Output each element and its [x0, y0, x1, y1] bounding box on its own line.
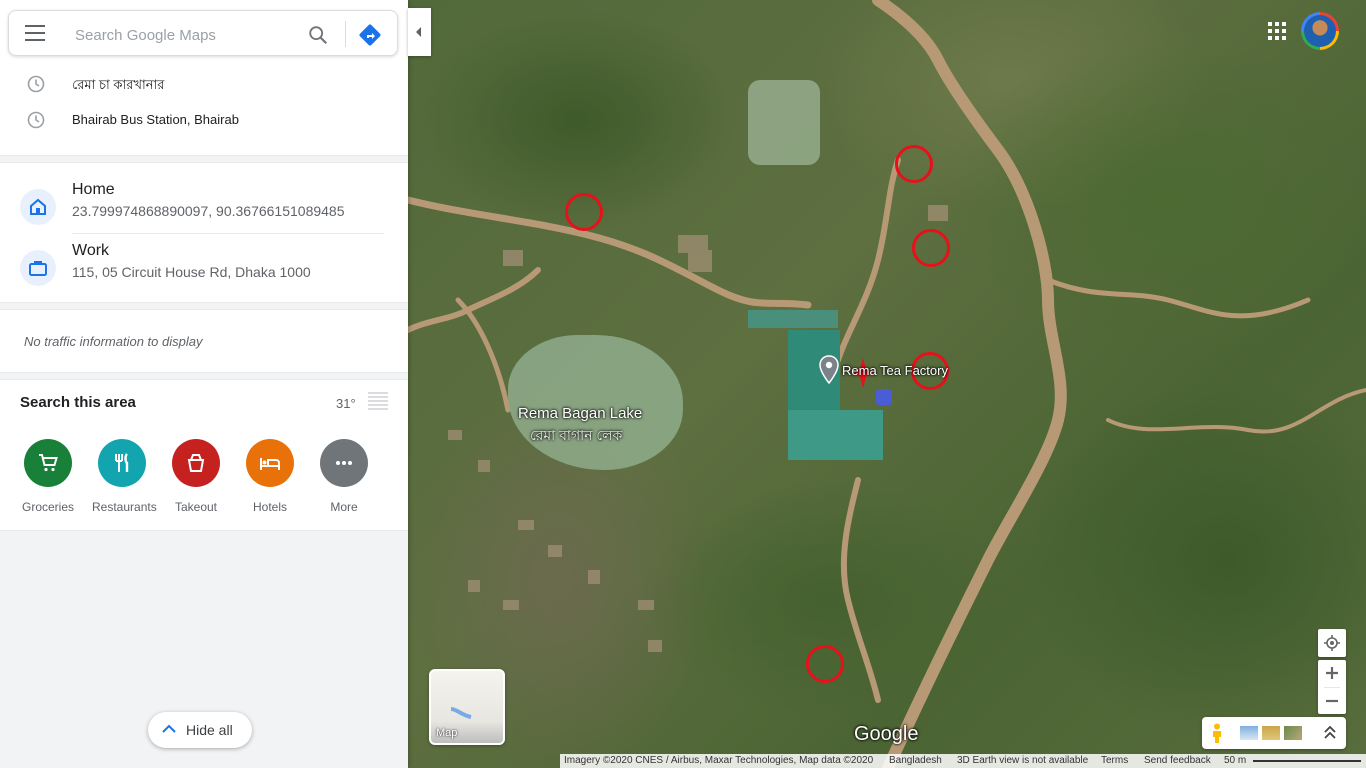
imagery-credit: Imagery ©2020 CNES / Airbus, Maxar Techn…: [564, 755, 874, 766]
search-input[interactable]: [73, 21, 307, 49]
zoom-controls: [1318, 660, 1346, 714]
thumbnail-terrain[interactable]: [1262, 726, 1280, 740]
annotation-circle: [806, 645, 844, 683]
weather-haze-icon: [368, 392, 388, 410]
map-credits-bar: Imagery ©2020 CNES / Airbus, Maxar Techn…: [560, 754, 1366, 768]
factory-label[interactable]: Rema Tea Factory: [842, 363, 948, 378]
avatar-photo: [1304, 15, 1336, 47]
annotation-circle: [895, 145, 933, 183]
category-label: Hotels: [252, 500, 287, 514]
chevron-left-icon: [416, 27, 421, 37]
thumbnail-satellite[interactable]: [1284, 726, 1302, 740]
category-label: Groceries: [21, 500, 74, 514]
section-divider: [0, 302, 408, 310]
minus-icon: [1326, 699, 1338, 703]
apps-grid-icon[interactable]: [1268, 22, 1286, 40]
lake-label[interactable]: Rema Bagan Lake: [518, 405, 642, 422]
collapse-panel-button[interactable]: [408, 8, 431, 56]
menu-icon[interactable]: [25, 25, 47, 43]
layer-toggle-map[interactable]: Map: [429, 669, 505, 745]
section-divider: [0, 372, 408, 380]
plus-icon: [1326, 667, 1338, 679]
zoom-out-button[interactable]: [1318, 688, 1346, 714]
hide-all-label: Hide all: [186, 722, 233, 738]
recent-search-item[interactable]: Bhairab Bus Station, Bhairab: [0, 102, 408, 138]
expand-chevrons-icon[interactable]: [1324, 726, 1336, 740]
category-label: More: [330, 500, 358, 514]
bus-stop-icon[interactable]: [876, 389, 892, 405]
terms-link[interactable]: Terms: [1101, 755, 1128, 766]
side-panel: রেমা চা কারখানার Bhairab Bus Station, Bh…: [0, 0, 408, 768]
my-location-button[interactable]: [1318, 629, 1346, 657]
google-logo: Google: [854, 723, 919, 745]
annotation-circle: [565, 193, 603, 231]
scale-label[interactable]: 50 m: [1224, 755, 1246, 766]
cart-icon: [39, 454, 58, 472]
recent-search-item[interactable]: রেমা চা কারখানার: [0, 66, 408, 102]
directions-icon[interactable]: [358, 23, 382, 47]
pegman-icon[interactable]: [1210, 723, 1224, 743]
google-maps-app: রেমা চা কারখানার Bhairab Bus Station, Bh…: [0, 0, 1366, 768]
place-address: 23.799974868890097, 90.36766151089485: [72, 203, 345, 219]
road-icon: [450, 707, 472, 719]
category-takeout[interactable]: Takeout: [166, 439, 226, 514]
category-label: Restaurants: [92, 500, 157, 514]
annotation-circle: [912, 229, 950, 267]
place-address: 115, 05 Circuit House Rd, Dhaka 1000: [72, 264, 311, 280]
imagery-strip: [1202, 717, 1346, 749]
lake-label-bengali: রেমা বাগান লেক: [530, 427, 623, 443]
scale-bar: [1253, 760, 1361, 762]
search-divider: [345, 21, 346, 47]
home-icon: [20, 189, 56, 225]
country-label[interactable]: Bangladesh: [889, 755, 942, 766]
saved-place-home[interactable]: Home 23.799974868890097, 90.367661510894…: [0, 175, 408, 231]
category-more[interactable]: More: [314, 439, 374, 514]
history-clock-icon: [27, 75, 45, 93]
pond: [748, 80, 820, 165]
layer-toggle-label: Map: [436, 727, 458, 739]
search-box: [8, 10, 398, 56]
zoom-in-button[interactable]: [1318, 660, 1346, 687]
place-title: Work: [72, 242, 110, 259]
category-label: Takeout: [174, 500, 218, 514]
factory-building: [748, 310, 838, 328]
fork-knife-icon: [115, 453, 129, 472]
section-divider: [0, 155, 408, 163]
hide-all-button[interactable]: Hide all: [148, 712, 252, 748]
earth-view-note: 3D Earth view is not available: [957, 755, 1089, 766]
place-pin-icon[interactable]: [818, 355, 840, 385]
chevron-up-icon: [162, 724, 176, 733]
traffic-status: No traffic information to display: [24, 334, 203, 349]
history-clock-icon: [27, 111, 45, 129]
satellite-map[interactable]: Rema Tea Factory Rema Bagan Lake রেমা বা…: [408, 0, 1366, 768]
send-feedback-link[interactable]: Send feedback: [1144, 755, 1211, 766]
category-groceries[interactable]: Groceries: [18, 439, 78, 514]
search-icon[interactable]: [307, 24, 329, 46]
place-title: Home: [72, 181, 115, 198]
recent-search-label: Bhairab Bus Station, Bhairab: [72, 112, 239, 127]
search-area-title: Search this area: [20, 394, 136, 411]
account-avatar[interactable]: [1301, 12, 1339, 50]
category-hotels[interactable]: Hotels: [240, 439, 300, 514]
briefcase-icon: [20, 250, 56, 286]
thumbnail-globe[interactable]: [1240, 726, 1258, 740]
category-restaurants[interactable]: Restaurants: [92, 439, 157, 514]
saved-place-work[interactable]: Work 115, 05 Circuit House Rd, Dhaka 100…: [0, 236, 408, 292]
bed-icon: [260, 458, 280, 470]
recent-search-label: রেমা চা কারখানার: [72, 77, 165, 92]
crosshair-icon: [1324, 635, 1340, 651]
place-divider: [72, 233, 384, 234]
factory-building: [788, 410, 883, 460]
temperature: 31°: [336, 396, 356, 411]
takeout-icon: [187, 454, 205, 472]
more-dots-icon: [336, 461, 352, 465]
